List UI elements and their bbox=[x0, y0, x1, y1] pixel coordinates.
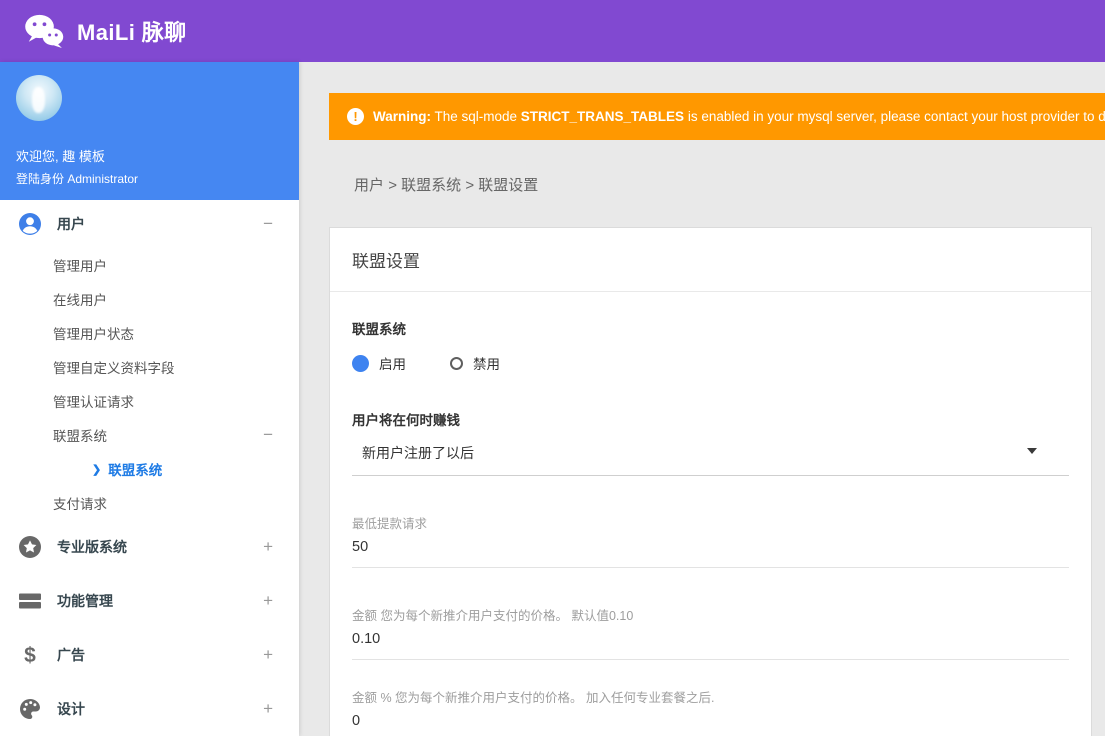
amount-per-referral-input[interactable]: 0.10 bbox=[352, 631, 1069, 660]
dollar-icon: $ bbox=[24, 643, 36, 667]
radio-unselected-icon[interactable] bbox=[450, 356, 463, 370]
sidebar-item-manage-user-status[interactable]: 管理用户状态 bbox=[0, 316, 299, 350]
sidebar-item-label: 在线用户 bbox=[53, 293, 107, 308]
main-content: ! Warning: The sql-mode STRICT_TRANS_TAB… bbox=[299, 62, 1105, 736]
menu-bars-icon bbox=[18, 589, 42, 613]
palette-icon bbox=[18, 697, 42, 721]
collapse-icon: − bbox=[263, 425, 273, 444]
chevron-right-icon: ❯ bbox=[92, 463, 102, 476]
radio-option-disable[interactable]: 禁用 bbox=[450, 353, 500, 373]
breadcrumb-users[interactable]: 用户 bbox=[354, 177, 384, 194]
sidebar-item-affiliates-system[interactable]: 联盟系统 − bbox=[0, 418, 299, 452]
sidebar-item-label: 专业版系统 bbox=[57, 539, 127, 555]
expand-icon: + bbox=[263, 699, 273, 718]
app-header: MaiLi 脉聊 bbox=[0, 0, 1105, 62]
sidebar-item-label: 广告 bbox=[57, 647, 85, 663]
sidebar-item-label: 支付请求 bbox=[53, 497, 107, 512]
brand-title: MaiLi 脉聊 bbox=[77, 20, 187, 45]
sidebar-item-users[interactable]: 用户 − bbox=[0, 200, 299, 248]
sidebar-item-payment-requests[interactable]: 支付请求 bbox=[0, 486, 299, 520]
sidebar: 欢迎您, 趣 模板 登陆身份 Administrator 用户 − 管理用户 在… bbox=[0, 62, 299, 736]
sidebar-item-pro-system[interactable]: 专业版系统 + bbox=[0, 520, 299, 574]
percent-per-referral-label: 金额 % 您为每个新推介用户支付的价格。 加入任何专业套餐之后. bbox=[352, 691, 715, 705]
earn-when-label: 用户将在何时赚钱 bbox=[352, 413, 460, 428]
sidebar-item-manage-users[interactable]: 管理用户 bbox=[0, 248, 299, 282]
collapse-icon: − bbox=[263, 214, 273, 233]
login-role-text: 登陆身份 Administrator bbox=[16, 172, 139, 186]
sidebar-item-features[interactable]: 功能管理 + bbox=[0, 574, 299, 628]
affiliate-system-label: 联盟系统 bbox=[352, 322, 406, 337]
min-withdraw-label: 最低提款请求 bbox=[352, 517, 428, 531]
radio-option-enable[interactable]: 启用 bbox=[352, 353, 406, 373]
sidebar-item-label: 管理用户状态 bbox=[53, 327, 134, 342]
sidebar-item-label: 功能管理 bbox=[57, 593, 113, 609]
warning-text: is enabled in your mysql server, please … bbox=[684, 109, 1105, 124]
breadcrumb: 用户 > 联盟系统 > 联盟设置 bbox=[329, 157, 1105, 212]
warning-sqlmode: STRICT_TRANS_TABLES bbox=[520, 109, 685, 124]
avatar bbox=[16, 75, 62, 121]
earn-when-selected-value: 新用户注册了以后 bbox=[362, 445, 474, 461]
sidebar-item-online-users[interactable]: 在线用户 bbox=[0, 282, 299, 316]
radio-disable-label: 禁用 bbox=[473, 357, 500, 372]
welcome-text: 欢迎您, 趣 模板 bbox=[16, 149, 105, 164]
sidebar-item-label: 联盟系统 bbox=[108, 463, 163, 478]
sidebar-item-label: 管理自定义资料字段 bbox=[53, 361, 175, 376]
warning-banner: ! Warning: The sql-mode STRICT_TRANS_TAB… bbox=[329, 93, 1105, 140]
expand-icon: + bbox=[263, 537, 273, 556]
breadcrumb-separator: > bbox=[384, 177, 402, 194]
radio-enable-label: 启用 bbox=[379, 357, 406, 372]
card-title: 联盟设置 bbox=[330, 228, 1091, 292]
sidebar-item-manage-verification-requests[interactable]: 管理认证请求 bbox=[0, 384, 299, 418]
amount-per-referral-label: 金额 您为每个新推介用户支付的价格。 默认值0.10 bbox=[352, 609, 634, 623]
sidebar-item-design[interactable]: 设计 + bbox=[0, 682, 299, 736]
settings-card: 联盟设置 联盟系统 启用 禁用 用户将在何时赚钱 新用户注册了以后 最低提款请求… bbox=[329, 227, 1092, 736]
expand-icon: + bbox=[263, 591, 273, 610]
sidebar-item-label: 管理认证请求 bbox=[53, 395, 134, 410]
profile-panel: 欢迎您, 趣 模板 登陆身份 Administrator bbox=[0, 62, 299, 200]
expand-icon: + bbox=[263, 645, 273, 664]
percent-per-referral-input[interactable]: 0 bbox=[352, 713, 1069, 736]
warning-bold: Warning: bbox=[373, 109, 431, 124]
min-withdraw-input[interactable]: 50 bbox=[352, 539, 1069, 568]
caret-down-icon bbox=[1027, 448, 1037, 454]
wechat-logo-icon bbox=[24, 14, 64, 48]
breadcrumb-separator: > bbox=[461, 177, 479, 194]
breadcrumb-current: 联盟设置 bbox=[478, 177, 539, 194]
warning-text: The sql-mode bbox=[431, 109, 521, 124]
star-icon bbox=[18, 535, 42, 559]
sidebar-item-label: 联盟系统 bbox=[53, 429, 107, 444]
sidebar-item-ads[interactable]: $ 广告 + bbox=[0, 628, 299, 682]
breadcrumb-affiliates[interactable]: 联盟系统 bbox=[401, 177, 461, 194]
sidebar-item-label: 管理用户 bbox=[53, 259, 107, 274]
radio-selected-icon[interactable] bbox=[352, 354, 369, 372]
sidebar-item-label: 用户 bbox=[57, 216, 85, 232]
sidebar-item-affiliates-system-active[interactable]: ❯ 联盟系统 bbox=[0, 452, 299, 486]
user-icon bbox=[18, 212, 42, 236]
exclamation-circle-icon: ! bbox=[347, 108, 364, 125]
sidebar-item-manage-custom-profile-fields[interactable]: 管理自定义资料字段 bbox=[0, 350, 299, 384]
sidebar-item-label: 设计 bbox=[57, 701, 85, 717]
earn-when-select[interactable]: 新用户注册了以后 bbox=[352, 443, 1069, 476]
